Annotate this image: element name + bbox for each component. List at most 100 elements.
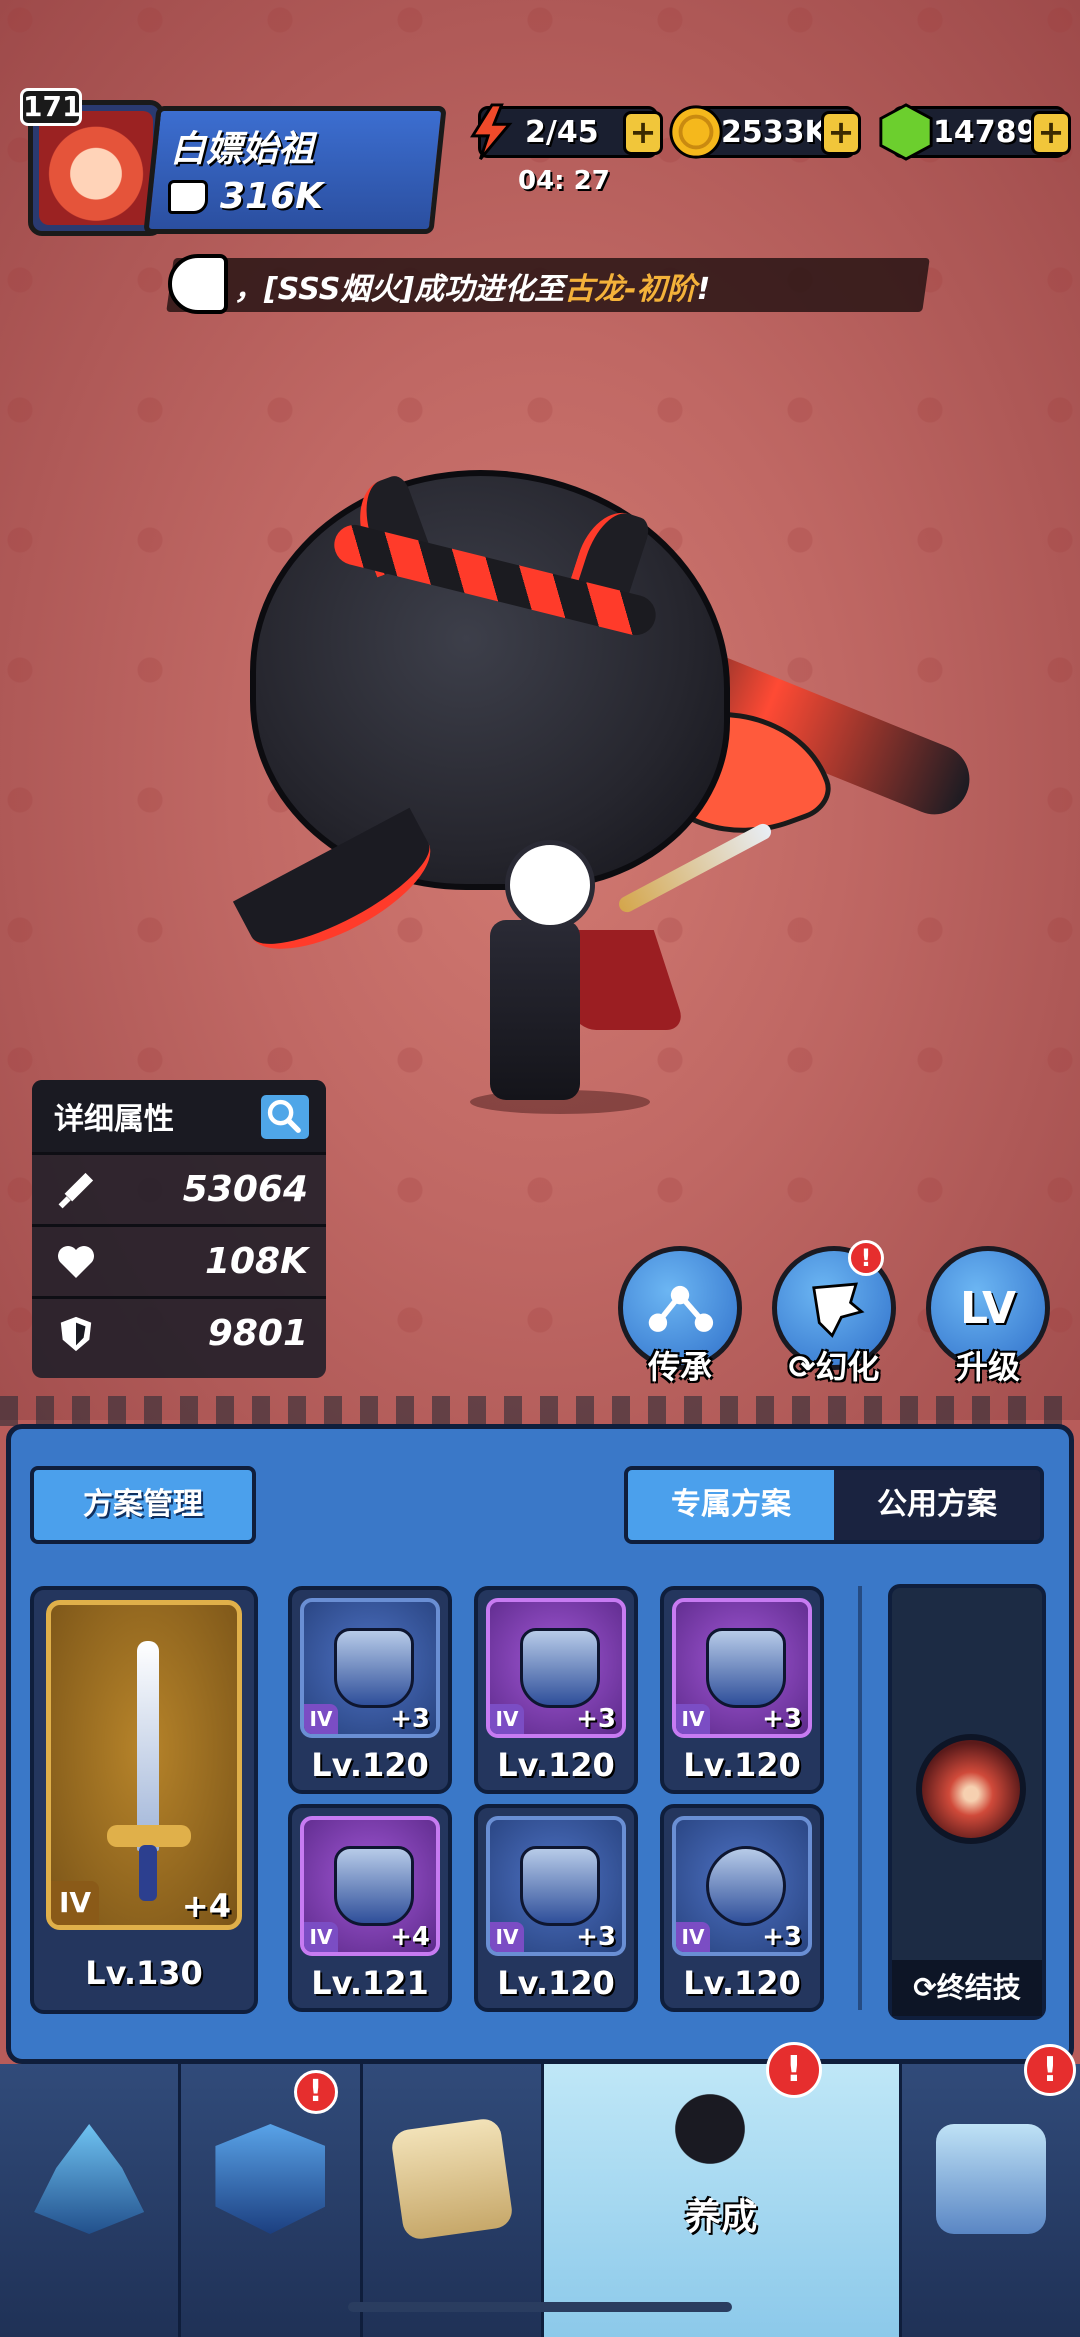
weapon-card: IV +4: [46, 1600, 242, 1930]
gear-card: IV +3: [672, 1598, 812, 1738]
inherit-label: 传承: [647, 1348, 712, 1386]
ultimate-label: ⟳终结技: [892, 1960, 1042, 2016]
gear-level: Lv.120: [497, 1746, 615, 1784]
chest-armor-icon: [520, 1628, 600, 1708]
transform-text: 幻化: [815, 1348, 880, 1386]
gear-tier: IV: [676, 1922, 710, 1952]
gear-card: IV +3: [672, 1816, 812, 1956]
gold-value: 2533K: [721, 115, 828, 150]
gear-enhance-level: +3: [576, 1922, 616, 1952]
combat-power-value: 316K: [220, 176, 324, 217]
loadout-divider: [858, 1586, 862, 2010]
gear-level: Lv.121: [311, 1964, 429, 2002]
gear-slot-gloves[interactable]: IV +4 Lv.121: [288, 1804, 452, 2012]
broadcast-suffix: !: [696, 272, 711, 307]
gem-resource: 14789 +: [879, 103, 1071, 161]
weapon-slot[interactable]: IV +4 Lv.130: [30, 1586, 258, 2014]
green-gem-icon: [879, 103, 933, 161]
player-name: 白嫖始祖: [170, 129, 315, 170]
gear-tier: IV: [490, 1922, 524, 1952]
gear-tier: IV: [304, 1704, 338, 1734]
scheme-tabs: 专属方案 公用方案: [624, 1466, 1044, 1544]
ultimate-orb-icon: [916, 1734, 1026, 1844]
gauntlet-icon: [334, 1846, 414, 1926]
gear-slot-chest[interactable]: IV +3 Lv.120: [474, 1586, 638, 1794]
crystal-castle-icon: [34, 2124, 145, 2234]
leg-armor-icon: [706, 1628, 786, 1708]
gear-tier: IV: [676, 1704, 710, 1734]
ultimate-skill-slot[interactable]: ⟳终结技: [888, 1584, 1046, 2020]
character-develop-icon: [666, 2074, 777, 2184]
boots-icon: [520, 1846, 600, 1926]
magnifier-icon: [267, 1099, 301, 1133]
gear-slot-necklace[interactable]: IV +3 Lv.120: [660, 1804, 824, 2012]
detailed-stats-panel: 详细属性 53064 108K 9801: [32, 1080, 326, 1378]
broadcast-message: ，[SSS烟火]成功进化至古龙-初阶!: [234, 264, 710, 308]
combat-power-row: 316K: [168, 176, 323, 217]
defense-value: 9801: [207, 1313, 308, 1354]
gold-coin-icon: [669, 105, 723, 159]
treasure-map-icon: [389, 2116, 514, 2242]
add-gold-button[interactable]: +: [821, 111, 861, 155]
avatar-portrait: [39, 111, 153, 225]
gear-enhance-level: +4: [390, 1922, 430, 1952]
gear-enhance-level: +3: [390, 1704, 430, 1734]
tab-shared-scheme[interactable]: 公用方案: [834, 1470, 1040, 1540]
shield-icon: [54, 1314, 98, 1354]
nav-tab-castle[interactable]: [0, 2064, 182, 2337]
gear-card: IV +3: [486, 1598, 626, 1738]
helmet-icon: [334, 1628, 414, 1708]
gear-slot-boots[interactable]: IV +3 Lv.120: [474, 1804, 638, 2012]
weapon-tier: IV: [51, 1881, 99, 1925]
tab-exclusive-scheme[interactable]: 专属方案: [628, 1470, 834, 1540]
weapon-enhance-level: +4: [181, 1887, 231, 1925]
nav-develop-label: 养成: [685, 2197, 758, 2238]
develop-alert-badge: !: [765, 2042, 822, 2098]
player-level-badge: 171: [20, 88, 82, 126]
broadcast-highlight: 古龙-初阶: [564, 272, 697, 307]
megaphone-icon: [168, 254, 228, 314]
gear-card: IV +3: [300, 1598, 440, 1738]
gear-level: Lv.120: [311, 1746, 429, 1784]
shop-alert-badge: !: [1024, 2044, 1076, 2096]
home-indicator[interactable]: [348, 2302, 732, 2312]
stat-defense-row: 9801: [32, 1296, 326, 1368]
lightning-icon: [470, 103, 513, 160]
heart-icon: [54, 1242, 98, 1282]
weapon-hilt: [139, 1845, 157, 1901]
gear-level: Lv.120: [683, 1746, 801, 1784]
fist-icon: [168, 179, 208, 214]
nav-tab-map[interactable]: [362, 2064, 544, 2337]
hp-value: 108K: [204, 1241, 308, 1282]
transform-label: ⟳幻化: [788, 1348, 880, 1386]
gear-tier: IV: [304, 1922, 338, 1952]
energy-value: 2/45: [525, 115, 599, 150]
nav-tab-rune[interactable]: !: [181, 2064, 363, 2337]
panel-jagged-edge: [0, 1396, 1080, 1426]
stats-title: 详细属性: [54, 1102, 174, 1137]
gear-card: IV +3: [486, 1816, 626, 1956]
necklace-icon: [706, 1846, 786, 1926]
attack-value: 53064: [182, 1169, 308, 1210]
nav-tab-develop[interactable]: ! 养成: [543, 2042, 902, 2337]
stats-detail-button[interactable]: [258, 1092, 312, 1142]
gear-slot-legs[interactable]: IV +3 Lv.120: [660, 1586, 824, 1794]
scheme-manage-button[interactable]: 方案管理: [30, 1466, 256, 1544]
bottom-nav: ! ! 养成 !: [0, 2042, 1080, 2337]
add-energy-button[interactable]: +: [623, 111, 663, 155]
add-gems-button[interactable]: +: [1031, 111, 1071, 155]
gear-enhance-level: +3: [762, 1922, 802, 1952]
hero-head: [505, 840, 595, 930]
stat-hp-row: 108K: [32, 1224, 326, 1296]
broadcast-prefix: ，[SSS烟火]成功进化至: [234, 272, 565, 307]
gear-slot-helmet[interactable]: IV +3 Lv.120: [288, 1586, 452, 1794]
gear-card: IV +4: [300, 1816, 440, 1956]
nav-tab-shop[interactable]: !: [901, 2044, 1080, 2337]
gear-enhance-level: +3: [762, 1704, 802, 1734]
gear-level: Lv.120: [497, 1964, 615, 2002]
sword-icon: [54, 1170, 98, 1210]
rune-alert-badge: !: [293, 2070, 338, 2114]
weapon-guard: [107, 1825, 191, 1847]
upgrade-label: 升级: [955, 1348, 1020, 1386]
gem-value: 14789: [933, 115, 1038, 150]
